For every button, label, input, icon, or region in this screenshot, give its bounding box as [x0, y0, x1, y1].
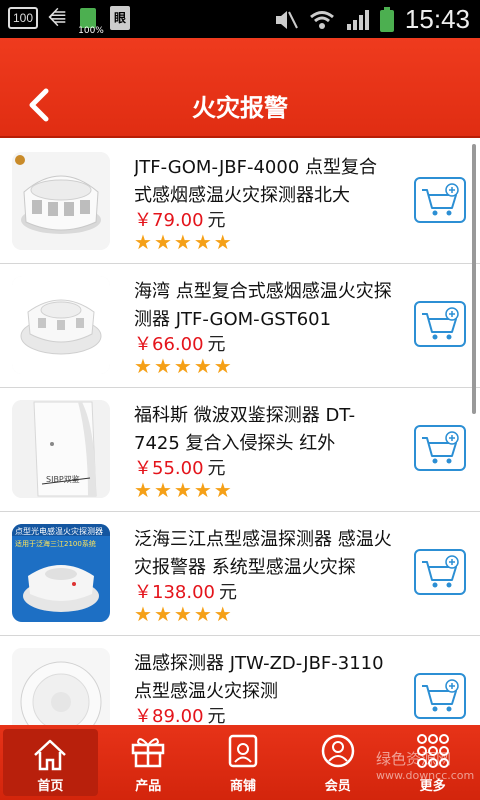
clock: 15:43	[404, 4, 470, 34]
add-to-cart-button[interactable]	[414, 673, 466, 719]
product-item[interactable]: 温感探测器 JTW-ZD-JBF-3110点型感温火灾探测 ￥89.00元 ★★…	[0, 636, 480, 725]
rating-stars: ★ ★ ★ ★ ★	[134, 232, 232, 252]
add-to-cart-button[interactable]	[414, 549, 466, 595]
star-icon: ★	[153, 354, 172, 378]
product-item[interactable]: SIBP双鉴 福科斯 微波双鉴探测器 DT-7425 复合入侵探头 红外 ￥55…	[0, 388, 480, 512]
product-name[interactable]: 福科斯 微波双鉴探测器 DT-7425 复合入侵探头 红外	[134, 402, 392, 458]
nav-item-products[interactable]: 产品	[101, 725, 196, 800]
product-thumbnail[interactable]	[12, 276, 110, 374]
notification-badge-icon: 100	[8, 7, 38, 29]
svg-text:适用于泛海三江2100系统: 适用于泛海三江2100系统	[15, 539, 96, 548]
mute-icon	[275, 10, 298, 29]
star-icon: ★	[193, 354, 212, 378]
rating-stars: ★ ★ ★ ★ ★	[134, 604, 232, 624]
list-scrollbar[interactable]	[472, 144, 476, 414]
cart-plus-icon	[422, 431, 459, 464]
product-thumbnail[interactable]: SIBP双鉴	[12, 400, 110, 498]
rating-stars: ★ ★ ★ ★ ★	[134, 356, 232, 376]
rating-stars: ★ ★ ★ ★ ★	[134, 480, 232, 500]
star-icon: ★	[153, 478, 172, 502]
price-unit: 元	[218, 582, 237, 603]
product-item[interactable]: 海湾 点型复合式感烟感温火灾探测器 JTF-GOM-GST601 ￥66.00 元…	[0, 264, 480, 388]
star-icon: ★	[213, 602, 232, 626]
star-icon: ★	[193, 478, 212, 502]
page-title: 火灾报警	[192, 94, 288, 122]
product-item[interactable]: 点型光电感温火灾探测器 适用于泛海三江2100系统 泛海三江点型感温探测器 感温…	[0, 512, 480, 636]
gift-icon	[131, 738, 165, 768]
nav-label: 会员	[324, 779, 351, 794]
product-name[interactable]: 泛海三江点型感温探测器 感温火灾报警器 系统型感温火灾探	[134, 526, 392, 582]
star-icon: ★	[134, 602, 152, 626]
product-item[interactable]: JTF-GOM-JBF-4000 点型复合式感烟感温火灾探测器北大 ￥79.00…	[0, 140, 480, 264]
star-icon: ★	[173, 354, 192, 378]
star-icon: ★	[134, 230, 152, 254]
star-icon: ★	[213, 230, 232, 254]
star-icon: ★	[193, 230, 212, 254]
price-unit: 元	[207, 210, 226, 231]
product-price: ￥79.00	[134, 210, 204, 231]
star-icon: ★	[193, 602, 212, 626]
product-name[interactable]: 海湾 点型复合式感烟感温火灾探测器 JTF-GOM-GST601	[134, 278, 392, 334]
nav-item-member[interactable]: 会员	[290, 725, 385, 800]
star-icon: ★	[173, 478, 192, 502]
cart-plus-icon	[422, 307, 459, 340]
product-price: ￥66.00	[134, 334, 204, 355]
nav-label: 更多	[419, 779, 446, 794]
user-icon	[321, 734, 355, 768]
grid-icon	[416, 734, 449, 768]
nav-item-shop[interactable]: 商铺	[196, 725, 291, 800]
status-bar: 100 ⭅ 100% 眼 15:43	[0, 0, 480, 38]
product-list[interactable]: JTF-GOM-JBF-4000 点型复合式感烟感温火灾探测器北大 ￥79.00…	[0, 140, 480, 725]
nav-item-home[interactable]: 首页	[3, 729, 98, 796]
battery-small-icon: 100%	[76, 6, 104, 36]
star-icon: ★	[213, 354, 232, 378]
price-unit: 元	[207, 334, 226, 355]
svg-text:SIBP双鉴: SIBP双鉴	[46, 474, 80, 484]
shop-icon	[228, 734, 258, 768]
product-thumbnail[interactable]	[12, 152, 110, 250]
product-thumbnail[interactable]	[12, 648, 110, 725]
price-unit: 元	[207, 706, 226, 725]
product-price: ￥55.00	[134, 458, 204, 479]
cart-plus-icon	[422, 183, 459, 216]
add-to-cart-button[interactable]	[414, 301, 466, 347]
wifi-icon	[309, 10, 334, 29]
price-unit: 元	[207, 458, 226, 479]
document-icon: 眼	[110, 6, 130, 30]
star-icon: ★	[134, 354, 152, 378]
battery-icon	[379, 6, 394, 32]
star-icon: ★	[173, 230, 192, 254]
star-icon: ★	[134, 478, 152, 502]
product-name[interactable]: 温感探测器 JTW-ZD-JBF-3110点型感温火灾探测	[134, 650, 392, 706]
add-to-cart-button[interactable]	[414, 425, 466, 471]
cart-plus-icon	[422, 679, 459, 712]
product-price: ￥89.00	[134, 706, 204, 725]
usb-icon: ⭅	[48, 6, 66, 30]
svg-text:点型光电感温火灾探测器: 点型光电感温火灾探测器	[15, 526, 103, 536]
nav-label: 产品	[135, 779, 162, 794]
nav-label: 商铺	[229, 779, 256, 794]
star-icon: ★	[153, 230, 172, 254]
product-thumbnail[interactable]: 点型光电感温火灾探测器 适用于泛海三江2100系统	[12, 524, 110, 622]
star-icon: ★	[173, 602, 192, 626]
star-icon: ★	[153, 602, 172, 626]
bottom-nav: 首页 产品 商铺 会员 更多	[0, 725, 480, 800]
product-price: ￥138.00	[134, 582, 215, 603]
nav-item-more[interactable]: 更多	[385, 725, 480, 800]
app-header: 火灾报警	[0, 38, 480, 138]
nav-label: 首页	[37, 779, 64, 794]
home-icon	[34, 739, 67, 771]
signal-icon	[346, 9, 369, 30]
cart-plus-icon	[422, 555, 459, 588]
add-to-cart-button[interactable]	[414, 177, 466, 223]
product-name[interactable]: JTF-GOM-JBF-4000 点型复合式感烟感温火灾探测器北大	[134, 154, 392, 210]
star-icon: ★	[213, 478, 232, 502]
